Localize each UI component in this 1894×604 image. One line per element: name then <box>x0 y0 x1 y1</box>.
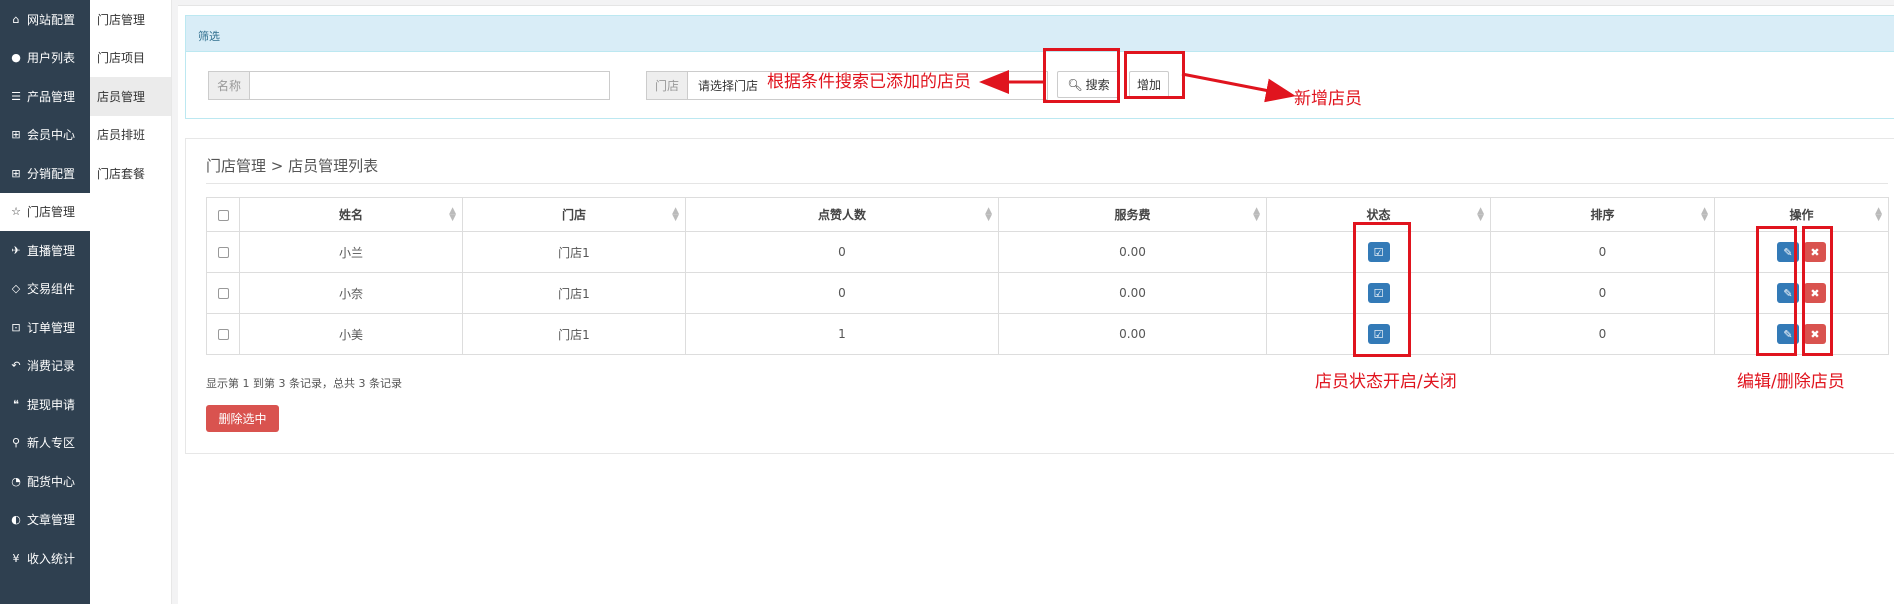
annotation-search-note: 根据条件搜索已添加的店员 <box>767 72 971 92</box>
arrow-add <box>1181 72 1296 103</box>
annotation-status-note: 店员状态开启/关闭 <box>1315 372 1457 392</box>
annotation-add-note: 新增店员 <box>1294 89 1362 109</box>
page: ⌂ 网站配置 ● 用户列表 ☰ 产品管理 ⊞ 会员中心 ⊞ 分销配置 ☆ 门店管理 ✈ 直播管理 ◇ 交易组件… <box>0 0 1894 604</box>
annotation-edit-note: 编辑/删除店员 <box>1737 372 1845 392</box>
